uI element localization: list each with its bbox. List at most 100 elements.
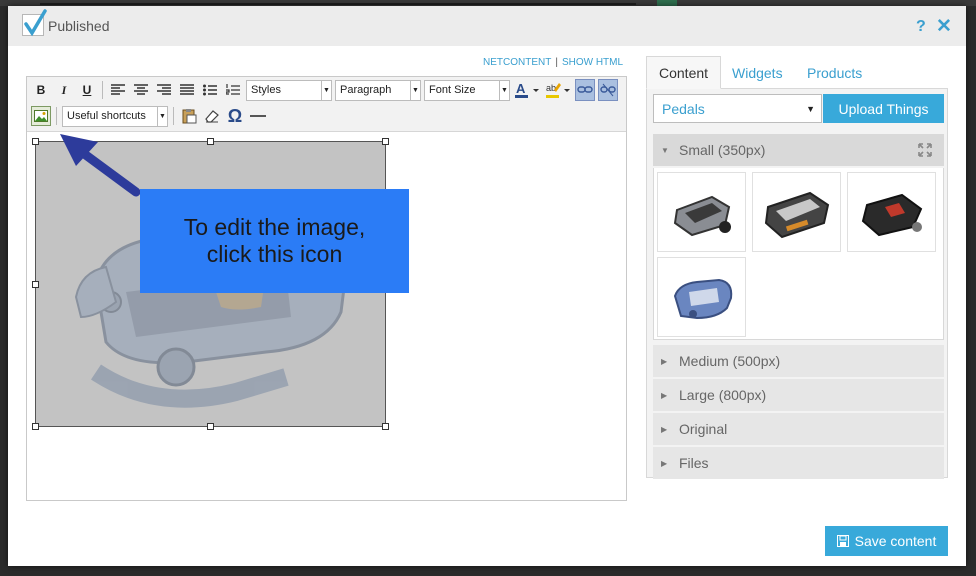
- chevron-down-icon: ▼: [806, 103, 815, 114]
- toolbar-row-1: B I U Styles ▼ Paragraph ▼ Font Size ▼ A…: [31, 79, 618, 101]
- bullet-list-icon: [203, 84, 217, 96]
- published-label: Published: [48, 18, 110, 34]
- image-icon: [34, 110, 48, 122]
- thumbnail-grid: [653, 168, 944, 340]
- pedal-thumbnail-image: [673, 195, 731, 236]
- tab-content[interactable]: Content: [646, 56, 721, 89]
- section-large[interactable]: ▶ Large (800px): [653, 379, 944, 411]
- published-checkbox[interactable]: [22, 9, 47, 37]
- caret-right-icon: ▶: [661, 356, 668, 366]
- pedal-thumbnail-image: [764, 191, 829, 238]
- section-medium-label: Medium (500px): [679, 353, 781, 369]
- thumbnail-pedal-3[interactable]: [847, 172, 936, 252]
- styles-select[interactable]: Styles ▼: [246, 79, 332, 101]
- numbered-list-icon: [226, 84, 240, 95]
- resize-handle[interactable]: [32, 423, 39, 430]
- resize-handle[interactable]: [207, 423, 214, 430]
- align-justify-button[interactable]: [177, 79, 197, 101]
- omega-icon: Ω: [227, 105, 243, 126]
- netcontent-link[interactable]: NETCONTENT: [483, 57, 551, 68]
- background-bar: [40, 3, 636, 5]
- close-icon[interactable]: ✕: [936, 15, 952, 38]
- section-small[interactable]: ▼ Small (350px): [653, 134, 944, 166]
- resize-handle[interactable]: [32, 138, 39, 145]
- chevron-down-icon: ▼: [157, 106, 167, 126]
- save-content-button[interactable]: Save content: [825, 526, 948, 556]
- resize-handle[interactable]: [207, 138, 214, 145]
- pointer-arrow-icon: [60, 134, 141, 197]
- caret-down-icon: ▼: [661, 145, 669, 155]
- sidebar-tabs: Content Widgets Products: [646, 56, 948, 89]
- align-right-icon: [157, 84, 171, 95]
- published-toggle[interactable]: Published: [22, 9, 110, 37]
- expand-icon[interactable]: [918, 143, 932, 157]
- unlink-icon: [600, 83, 616, 97]
- shortcuts-select-value: Useful shortcuts: [67, 110, 146, 122]
- font-size-select-value: Font Size: [429, 84, 476, 96]
- horizontal-rule-button[interactable]: [248, 105, 268, 127]
- asset-sidebar: Content Widgets Products Pedals ▼ Upload…: [646, 56, 948, 480]
- mode-separator: |: [555, 57, 558, 68]
- align-right-button[interactable]: [154, 79, 174, 101]
- caret-right-icon: ▶: [661, 390, 668, 400]
- editor-mode-links: NETCONTENT | SHOW HTML: [483, 57, 623, 68]
- folder-select[interactable]: Pedals ▼: [653, 94, 822, 123]
- toolbar-divider: [102, 81, 103, 99]
- section-large-label: Large (800px): [679, 387, 767, 403]
- section-small-label: Small (350px): [679, 142, 766, 158]
- chevron-down-icon: ▼: [499, 80, 509, 100]
- thumbnail-pedal-1[interactable]: [657, 172, 746, 252]
- content-tab-panel: Pedals ▼ Upload Things ▼ Small (350px) ▶…: [646, 89, 948, 479]
- modal-header: Published ? ✕: [8, 6, 966, 46]
- tab-products[interactable]: Products: [795, 56, 874, 89]
- resize-handle[interactable]: [382, 423, 389, 430]
- tab-widgets[interactable]: Widgets: [720, 56, 795, 89]
- chevron-down-icon: ▼: [321, 80, 331, 100]
- paragraph-select-value: Paragraph: [340, 84, 392, 96]
- unlink-button[interactable]: [598, 79, 618, 101]
- resize-handle[interactable]: [32, 281, 39, 288]
- paste-button[interactable]: [179, 105, 199, 127]
- styles-select-value: Styles: [251, 84, 281, 96]
- upload-things-button[interactable]: Upload Things: [823, 94, 944, 123]
- edit-image-tooltip: To edit the image, click this icon: [140, 189, 409, 293]
- numbered-list-button[interactable]: [223, 79, 243, 101]
- pedal-thumbnail-image: [861, 193, 922, 236]
- text-color-icon: A: [515, 81, 539, 98]
- font-size-select[interactable]: Font Size ▼: [424, 79, 510, 101]
- highlight-color-button[interactable]: ab: [544, 79, 572, 101]
- chevron-down-icon: ▼: [410, 80, 420, 100]
- folder-select-value: Pedals: [662, 100, 705, 117]
- bullet-list-button[interactable]: [200, 79, 220, 101]
- section-original[interactable]: ▶ Original: [653, 413, 944, 445]
- section-original-label: Original: [679, 421, 728, 437]
- align-left-button[interactable]: [108, 79, 128, 101]
- help-icon[interactable]: ?: [916, 18, 926, 36]
- save-content-label: Save content: [854, 533, 937, 549]
- text-color-button[interactable]: A: [513, 79, 541, 101]
- show-html-link[interactable]: SHOW HTML: [562, 57, 623, 68]
- thumbnail-pedal-4[interactable]: [657, 257, 746, 337]
- underline-button[interactable]: U: [77, 79, 97, 101]
- tooltip-text: To edit the image, click this icon: [183, 214, 366, 267]
- pedal-thumbnail-image: [673, 278, 732, 319]
- edit-image-button[interactable]: [31, 106, 51, 126]
- svg-text:ab: ab: [546, 83, 556, 93]
- highlight-icon: ab: [546, 83, 570, 98]
- underline-label: U: [82, 83, 92, 97]
- italic-button[interactable]: I: [54, 79, 74, 101]
- special-character-button[interactable]: Ω: [225, 105, 245, 127]
- bold-button[interactable]: B: [31, 79, 51, 101]
- resize-handle[interactable]: [382, 138, 389, 145]
- align-left-icon: [111, 84, 125, 95]
- clear-formatting-button[interactable]: [202, 105, 222, 127]
- caret-right-icon: ▶: [661, 458, 668, 468]
- paragraph-select[interactable]: Paragraph ▼: [335, 79, 421, 101]
- align-center-button[interactable]: [131, 79, 151, 101]
- insert-link-button[interactable]: [575, 79, 595, 101]
- section-medium[interactable]: ▶ Medium (500px): [653, 345, 944, 377]
- section-files[interactable]: ▶ Files: [653, 447, 944, 479]
- checkmark-icon: [24, 9, 47, 37]
- thumbnail-pedal-2[interactable]: [752, 172, 841, 252]
- paste-icon: [182, 109, 197, 124]
